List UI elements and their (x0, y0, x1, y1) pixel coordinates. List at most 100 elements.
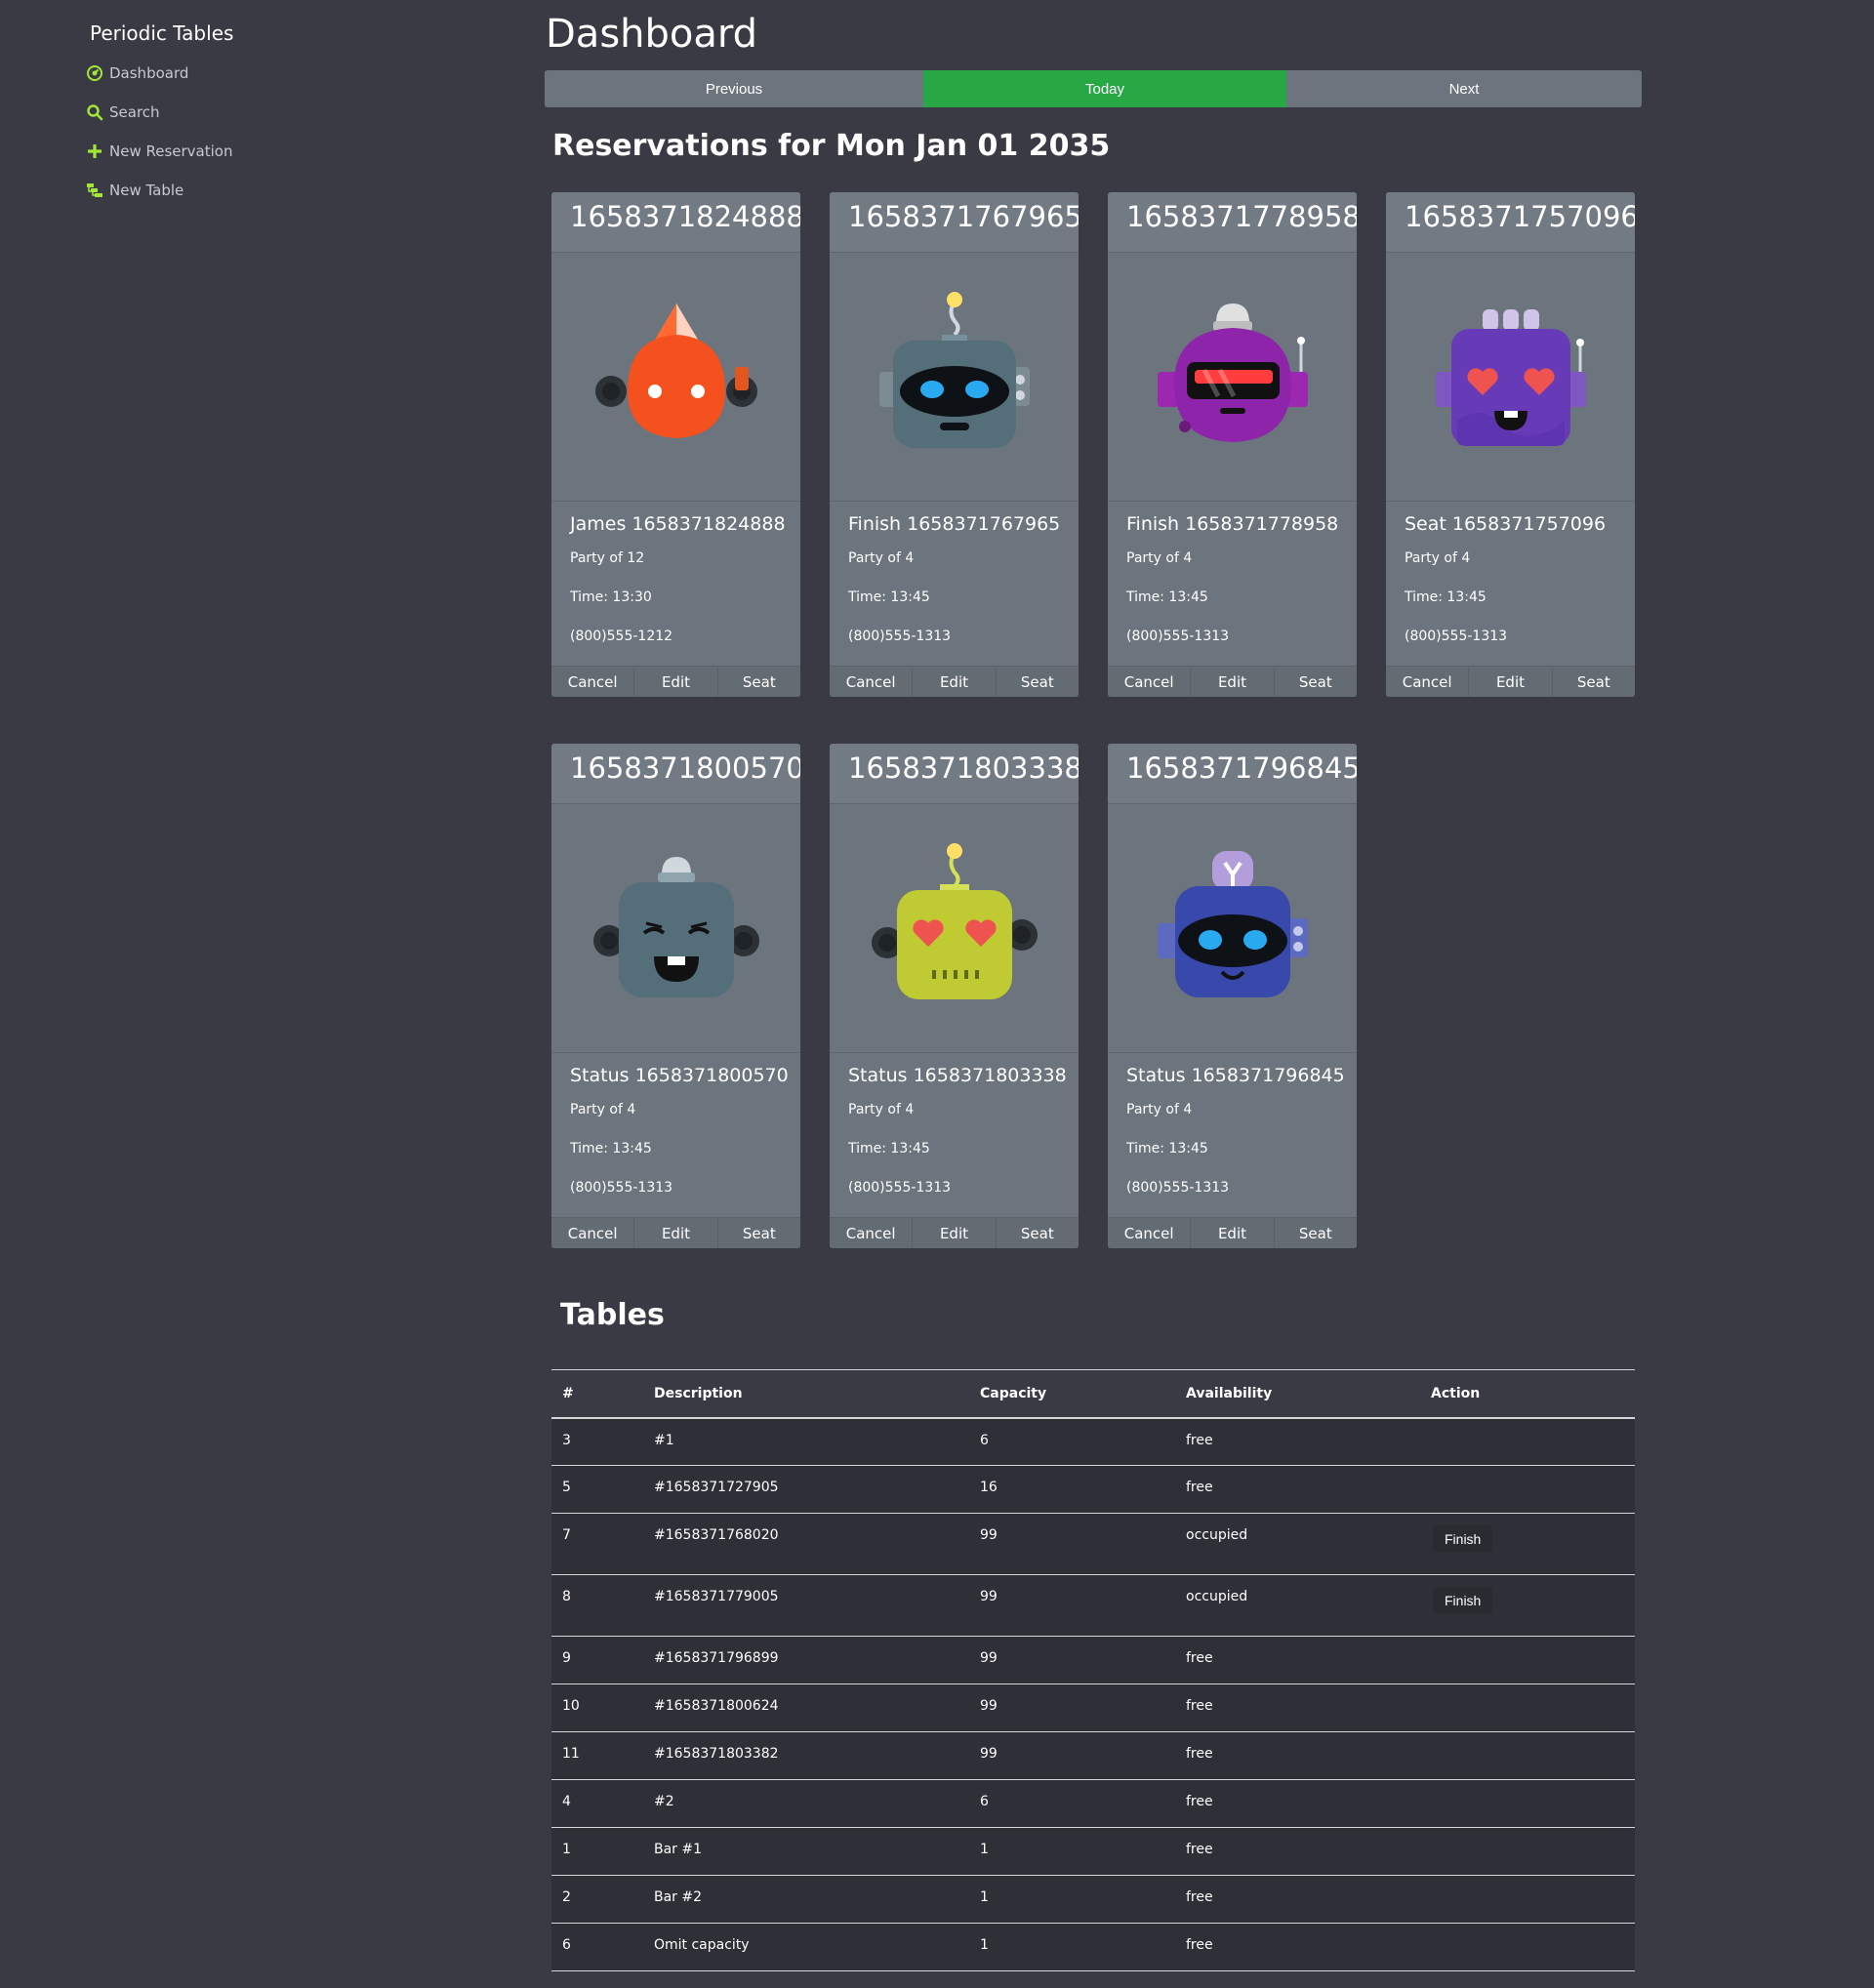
table-capacity: 99 (980, 1698, 998, 1714)
reservation-time: Time: 13:45 (848, 1141, 930, 1156)
robot-avatar (830, 804, 1079, 1053)
table-availability: free (1186, 1889, 1213, 1905)
cancel-button[interactable]: Cancel (830, 667, 914, 697)
table-availability: occupied (1186, 1527, 1248, 1543)
gray-robot-icon (878, 292, 1030, 448)
table-number: 1 (562, 1842, 571, 1857)
edit-button[interactable]: Edit (1191, 1218, 1275, 1248)
edit-button[interactable]: Edit (634, 1218, 718, 1248)
table-row: 1 Bar #1 1 free (551, 1827, 1635, 1876)
table-number: 4 (562, 1794, 571, 1809)
edit-button[interactable]: Edit (1191, 667, 1275, 697)
edit-button[interactable]: Edit (913, 667, 997, 697)
table-capacity: 1 (980, 1842, 989, 1857)
nav-label-search: Search (109, 103, 160, 121)
nav-label-new-table: New Table (109, 182, 184, 199)
seat-button[interactable]: Seat (1275, 667, 1357, 697)
edit-button[interactable]: Edit (1469, 667, 1553, 697)
nav-item-search[interactable]: Search (86, 100, 160, 125)
seat-button[interactable]: Seat (997, 1218, 1079, 1248)
finish-button[interactable]: Finish (1433, 1587, 1493, 1614)
reservation-time: Time: 13:30 (570, 589, 652, 605)
table-action (1420, 1466, 1635, 1514)
table-action (1420, 1732, 1635, 1780)
reservation-card: 1658371767965 Finish 1658371767965 Party… (830, 192, 1079, 697)
seat-button[interactable]: Seat (997, 667, 1079, 697)
seat-button[interactable]: Seat (718, 1218, 800, 1248)
nav-item-new-reservation[interactable]: New Reservation (86, 139, 232, 164)
table-row: 10 #1658371800624 99 free (551, 1684, 1635, 1732)
card-actions: Cancel Edit Seat (1386, 666, 1635, 697)
search-icon (86, 103, 103, 121)
today-button[interactable]: Today (923, 70, 1286, 107)
reservation-phone: (800)555-1313 (1126, 1180, 1230, 1196)
reservation-phone: (800)555-1313 (570, 1180, 673, 1196)
table-description: #1 (654, 1432, 674, 1448)
cancel-button[interactable]: Cancel (1386, 667, 1470, 697)
cancel-button[interactable]: Cancel (551, 667, 635, 697)
edit-button[interactable]: Edit (913, 1218, 997, 1248)
cancel-button[interactable]: Cancel (830, 1218, 914, 1248)
table-availability: free (1186, 1794, 1213, 1809)
brand-title[interactable]: Periodic Tables (90, 21, 233, 45)
column-header-description: Description (643, 1369, 969, 1419)
reservation-card: 1658371757096 Seat 1658371757096 Party o… (1386, 192, 1635, 697)
orange-robot-icon (594, 304, 757, 438)
reservation-id: 1658371767965 (830, 192, 1079, 253)
finish-button[interactable]: Finish (1433, 1525, 1493, 1553)
table-action (1420, 1876, 1635, 1924)
table-number: 11 (562, 1746, 580, 1762)
nav-item-new-table[interactable]: New Table (86, 178, 183, 203)
robot-avatar (551, 804, 800, 1053)
table-availability: free (1186, 1650, 1213, 1666)
table-availability: free (1186, 1937, 1213, 1953)
table-capacity: 1 (980, 1889, 989, 1905)
table-number: 7 (562, 1527, 571, 1543)
party-size: Party of 4 (848, 550, 915, 566)
table-description: #1658371768020 (654, 1527, 779, 1543)
seat-button[interactable]: Seat (1275, 1218, 1357, 1248)
reservation-phone: (800)555-1313 (1126, 629, 1230, 644)
table-number: 6 (562, 1937, 571, 1953)
card-actions: Cancel Edit Seat (551, 666, 800, 697)
table-row: 8 #1658371779005 99 occupied Finish (551, 1574, 1635, 1637)
table-capacity: 99 (980, 1589, 998, 1604)
reservation-phone: (800)555-1313 (848, 629, 952, 644)
date-navigation: Previous Today Next (545, 70, 1642, 107)
table-action: Finish (1420, 1575, 1635, 1637)
table-number: 3 (562, 1432, 571, 1448)
robot-avatar (1108, 804, 1357, 1053)
edit-button[interactable]: Edit (634, 667, 718, 697)
reservation-id: 1658371778958 (1108, 192, 1357, 253)
robot-avatar (1386, 253, 1635, 502)
nav-item-dashboard[interactable]: Dashboard (86, 61, 188, 86)
table-availability: free (1186, 1432, 1213, 1448)
party-size: Party of 4 (570, 1102, 636, 1117)
seat-button[interactable]: Seat (718, 667, 800, 697)
reservation-id: 1658371824888 (551, 192, 800, 253)
cancel-button[interactable]: Cancel (1108, 667, 1192, 697)
reservation-name: Status 1658371800570 (570, 1065, 789, 1086)
card-actions: Cancel Edit Seat (830, 1217, 1079, 1248)
reservation-phone: (800)555-1212 (570, 629, 673, 644)
table-action (1420, 1637, 1635, 1684)
reservation-card: 1658371803338 Status 1658371803338 Party… (830, 744, 1079, 1248)
reservation-time: Time: 13:45 (570, 1141, 652, 1156)
seat-button[interactable]: Seat (1553, 667, 1635, 697)
table-action (1420, 1924, 1635, 1971)
table-row: 9 #1658371796899 99 free (551, 1636, 1635, 1684)
card-actions: Cancel Edit Seat (1108, 666, 1357, 697)
table-availability: occupied (1186, 1589, 1248, 1604)
party-size: Party of 4 (1126, 1102, 1193, 1117)
blue-smile-robot-icon (1157, 851, 1308, 997)
cancel-button[interactable]: Cancel (551, 1218, 635, 1248)
reservation-time: Time: 13:45 (1405, 589, 1487, 605)
reservation-card: 1658371778958 Finish 1658371778958 Party… (1108, 192, 1357, 697)
cancel-button[interactable]: Cancel (1108, 1218, 1192, 1248)
previous-day-button[interactable]: Previous (545, 70, 923, 107)
table-header-row: # Description Capacity Availability Acti… (551, 1369, 1635, 1419)
next-day-button[interactable]: Next (1286, 70, 1642, 107)
reservation-id: 1658371796845 (1108, 744, 1357, 804)
table-description: #2 (654, 1794, 674, 1809)
nav-label-dashboard: Dashboard (109, 64, 189, 82)
